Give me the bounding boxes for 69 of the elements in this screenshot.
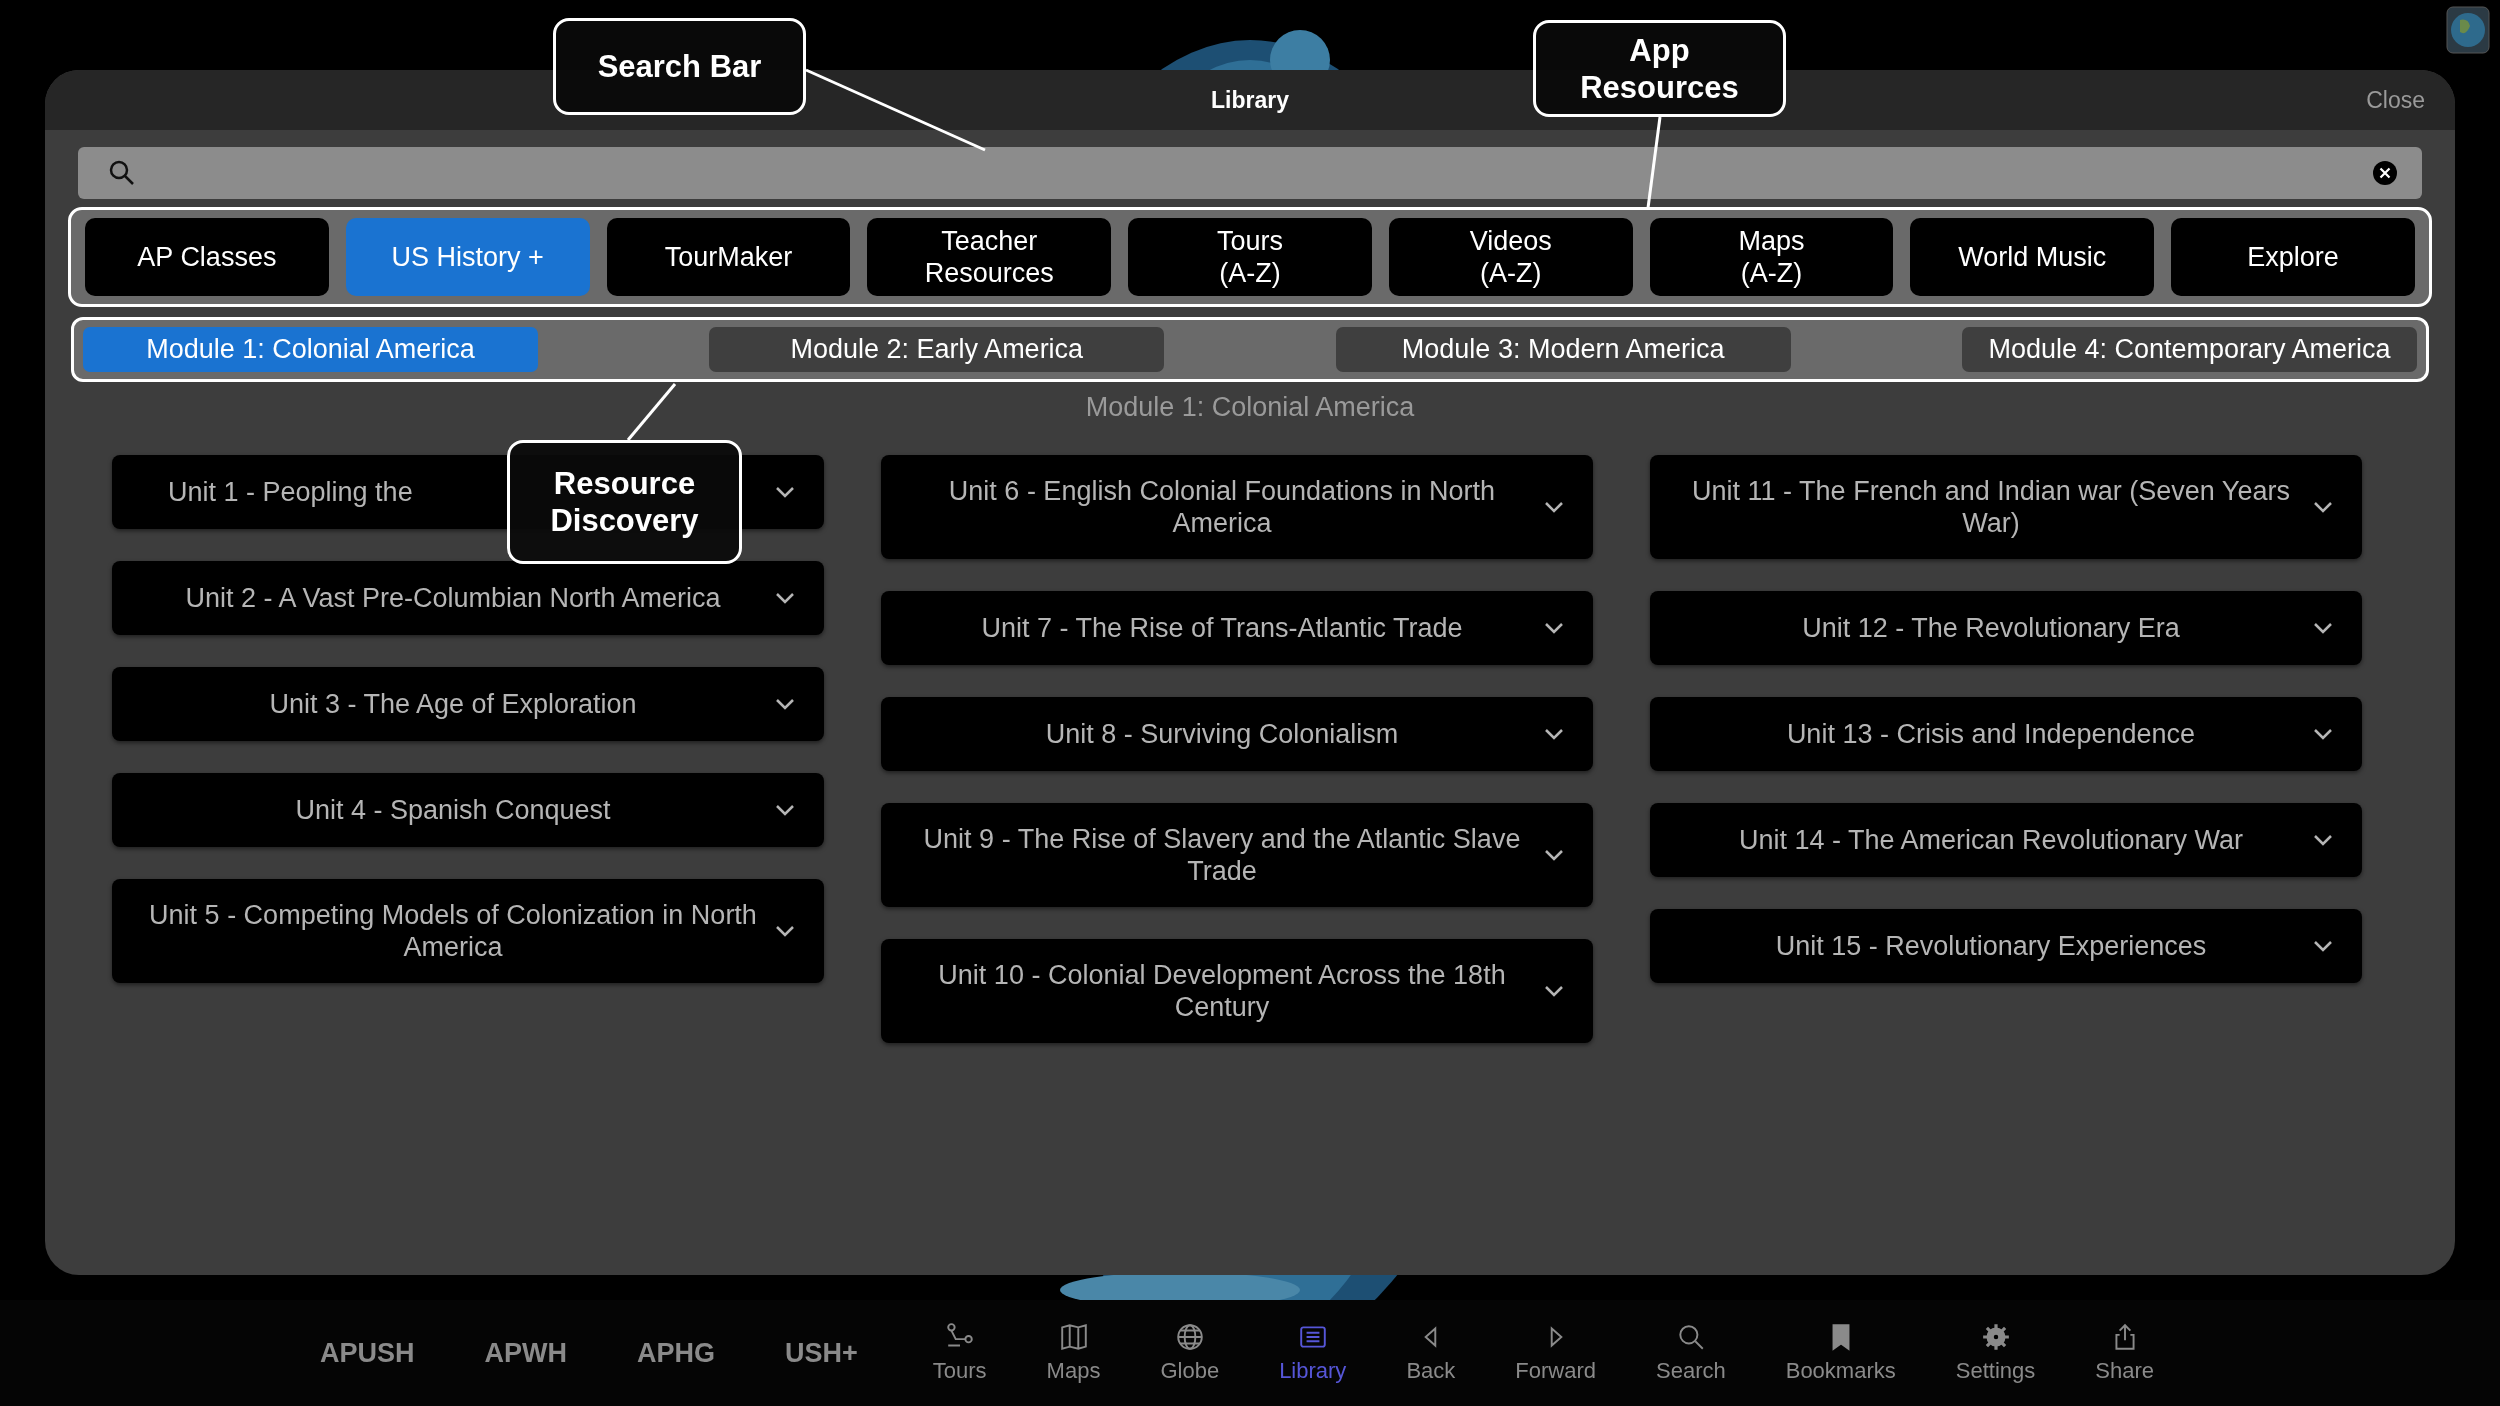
chevron-down-icon [2312, 621, 2334, 635]
unit-dropdown[interactable]: Unit 5 - Competing Models of Colonization in North America [112, 879, 824, 983]
callout-label: Search Bar [553, 18, 806, 115]
unit-dropdown[interactable]: Unit 13 - Crisis and Independence [1650, 697, 2362, 771]
chevron-down-icon [1543, 984, 1565, 998]
toolbar-item[interactable]: Globe [1154, 1321, 1226, 1385]
toolbar-item[interactable]: Tours [926, 1321, 993, 1385]
module-tab[interactable]: Module 3: Modern America [1335, 327, 1791, 372]
chevron-down-icon [1543, 500, 1565, 514]
callout-label: App Resources [1533, 20, 1786, 117]
clear-icon[interactable] [2372, 160, 2398, 186]
unit-dropdown[interactable]: Unit 11 - The French and Indian war (Seven Years War) [1650, 455, 2362, 559]
chevron-down-icon [2312, 939, 2334, 953]
unit-dropdown[interactable]: Unit 6 - English Colonial Foundations in North America [881, 455, 1593, 559]
maps-icon [1058, 1322, 1089, 1352]
chevron-down-icon [1543, 621, 1565, 635]
toolbar-item[interactable]: Maps [1040, 1321, 1107, 1385]
close-button[interactable]: Close [2366, 86, 2425, 114]
chevron-down-icon [774, 924, 796, 938]
unit-dropdown[interactable]: Unit 8 - Surviving Colonialism [881, 697, 1593, 771]
category-tab[interactable]: Videos (A-Z) [1388, 218, 1633, 296]
chevron-down-icon [2312, 833, 2334, 847]
toolbar-item[interactable]: Back [1400, 1321, 1462, 1385]
chevron-down-icon [774, 803, 796, 817]
chevron-down-icon [774, 591, 796, 605]
category-tab[interactable]: Maps (A-Z) [1649, 218, 1894, 296]
toolbar-item[interactable]: Share [2089, 1321, 2160, 1385]
toolbar-item[interactable]: Library [1273, 1321, 1353, 1385]
chevron-down-icon [1543, 727, 1565, 741]
chevron-down-icon [2312, 500, 2334, 514]
unit-dropdown[interactable]: Unit 3 - The Age of Exploration [112, 667, 824, 741]
unit-dropdown[interactable]: Unit 14 - The American Revolutionary War [1650, 803, 2362, 877]
module-tab[interactable]: Module 4: Contemporary America [1962, 327, 2417, 372]
unit-dropdown[interactable]: Unit 9 - The Rise of Slavery and the Atlantic Slave Trade [881, 803, 1593, 907]
chevron-down-icon [774, 485, 796, 499]
unit-dropdown[interactable]: Unit 4 - Spanish Conquest [112, 773, 824, 847]
unit-dropdown[interactable]: Unit 15 - Revolutionary Experiences [1650, 909, 2362, 983]
category-tab[interactable]: Tours (A-Z) [1128, 218, 1372, 296]
category-tab[interactable]: World Music [1910, 218, 2155, 296]
category-tab[interactable]: Explore [2171, 218, 2415, 296]
unit-dropdown[interactable]: Unit 12 - The Revolutionary Era [1650, 591, 2362, 665]
search-field[interactable] [78, 147, 2422, 199]
module-heading: Module 1: Colonial America [1085, 392, 1415, 423]
category-tab[interactable]: AP Classes [85, 218, 329, 296]
module-tab[interactable]: Module 2: Early America [709, 327, 1165, 372]
unit-dropdown[interactable]: Unit 10 - Colonial Development Across the 18th Century [881, 939, 1593, 1043]
callout-label: Resource Discovery [507, 440, 742, 564]
chevron-down-icon [774, 697, 796, 711]
window-title: Library [1211, 86, 1289, 114]
module-tab[interactable]: Module 1: Colonial America [83, 327, 538, 372]
course-shortcut[interactable]: USH+ [785, 1337, 858, 1369]
category-tab[interactable]: TourMaker [606, 218, 851, 296]
course-shortcut[interactable]: APWH [484, 1337, 567, 1369]
toolbar-item[interactable]: Settings [1949, 1321, 2042, 1385]
toolbar-item[interactable]: Forward [1509, 1321, 1602, 1385]
unit-dropdown[interactable]: Unit 7 - The Rise of Trans-Atlantic Trade [881, 591, 1593, 665]
course-shortcut[interactable]: APHG [637, 1337, 716, 1369]
toolbar-item[interactable]: Search [1650, 1321, 1732, 1385]
settings-icon [1980, 1322, 2011, 1352]
search-icon [108, 159, 136, 187]
category-tab[interactable]: US History + [345, 218, 590, 296]
unit-dropdown[interactable]: Unit 2 - A Vast Pre-Columbian North America [112, 561, 824, 635]
globe-icon [1174, 1322, 1205, 1352]
course-shortcut[interactable]: APUSH [320, 1337, 415, 1369]
toolbar-item[interactable]: Bookmarks [1779, 1321, 1902, 1385]
chevron-down-icon [2312, 727, 2334, 741]
chevron-down-icon [1543, 848, 1565, 862]
category-tab[interactable]: Teacher Resources [867, 218, 1112, 296]
globe-icon[interactable] [2446, 6, 2490, 54]
